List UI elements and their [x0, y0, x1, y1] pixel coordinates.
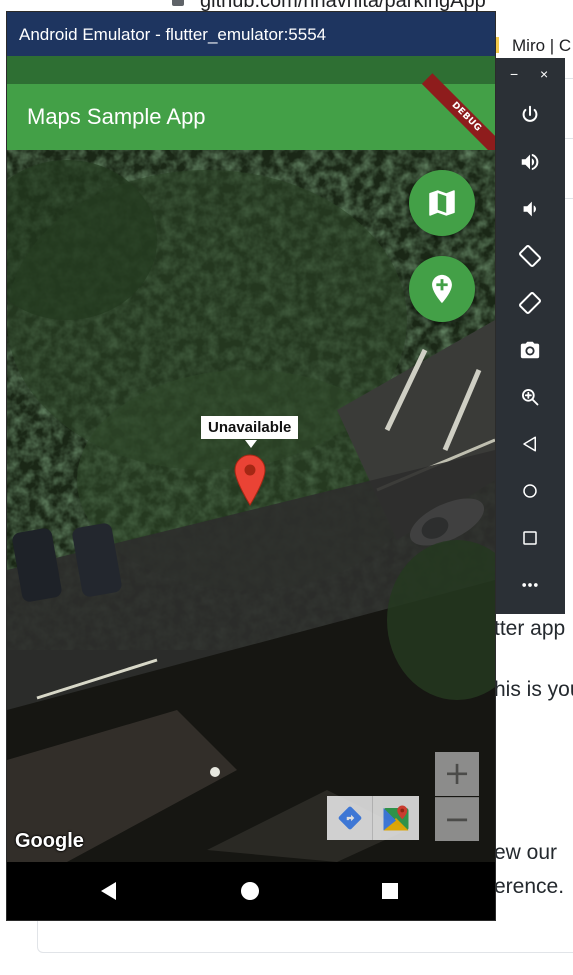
- more-icon: [522, 583, 538, 587]
- satellite-imagery: [7, 150, 495, 862]
- lock-icon: [172, 0, 184, 6]
- camera-icon: [520, 341, 540, 359]
- back-triangle-icon: [101, 882, 116, 900]
- info-window-pointer: [245, 440, 257, 448]
- more-button[interactable]: [513, 568, 547, 602]
- back-button[interactable]: [513, 427, 547, 461]
- android-nav-bar: [7, 862, 495, 920]
- google-logo: Google: [15, 830, 84, 852]
- nav-recents-button[interactable]: [360, 862, 420, 920]
- overview-button[interactable]: [513, 521, 547, 555]
- rotate-right-button[interactable]: [513, 286, 547, 320]
- directions-button[interactable]: [327, 796, 373, 840]
- map-type-button[interactable]: [409, 170, 475, 236]
- rotate-left-icon: [519, 245, 541, 267]
- page-text: tter app: [494, 617, 566, 640]
- app-title: Maps Sample App: [27, 104, 206, 129]
- page-text: his is you: [494, 678, 573, 701]
- map-icon: [429, 190, 455, 216]
- window-title: Android Emulator - flutter_emulator:5554: [19, 25, 327, 44]
- overview-icon: [523, 531, 537, 545]
- nav-home-button[interactable]: [220, 862, 280, 920]
- volume-up-icon: [521, 153, 539, 171]
- zoom-in-button[interactable]: +: [435, 752, 479, 796]
- panel-minimize-button[interactable]: −: [510, 66, 518, 82]
- volume-up-button[interactable]: [513, 145, 547, 179]
- directions-icon: [338, 806, 361, 830]
- nav-back-button[interactable]: [79, 862, 139, 920]
- marker-info-window[interactable]: Unavailable: [201, 416, 299, 439]
- open-google-maps-button[interactable]: [373, 796, 419, 840]
- volume-down-icon: [523, 201, 536, 217]
- map-view[interactable]: Unavailable Google + −: [7, 150, 495, 862]
- debug-banner-clip: DEBUG: [375, 56, 495, 150]
- zoom-out-button[interactable]: −: [435, 797, 479, 841]
- emulator-title-bar[interactable]: Android Emulator - flutter_emulator:5554: [7, 12, 495, 56]
- home-circle-icon: [241, 882, 259, 900]
- home-icon: [523, 484, 537, 498]
- screenshot-button[interactable]: [513, 333, 547, 367]
- page-text: ew our: [494, 841, 558, 864]
- map-marker-icon[interactable]: [233, 454, 267, 506]
- power-button[interactable]: [513, 98, 547, 132]
- power-icon: [522, 105, 538, 122]
- add-location-icon: [432, 274, 452, 304]
- emulator-control-panel: − ×: [496, 58, 565, 614]
- back-icon: [523, 436, 536, 452]
- recents-square-icon: [382, 883, 398, 899]
- rotate-right-icon: [519, 292, 541, 314]
- rotate-left-button[interactable]: [513, 239, 547, 273]
- zoom-button[interactable]: [513, 380, 547, 414]
- zoom-icon: [522, 389, 539, 406]
- volume-down-button[interactable]: [513, 192, 547, 226]
- emulator-window: Android Emulator - flutter_emulator:5554…: [7, 12, 495, 920]
- bookmark-miro[interactable]: Miro | C: [512, 36, 571, 56]
- panel-close-button[interactable]: ×: [540, 66, 548, 82]
- home-button[interactable]: [513, 474, 547, 508]
- debug-banner: DEBUG: [421, 73, 495, 150]
- add-marker-button[interactable]: [409, 256, 475, 322]
- google-maps-icon: [383, 805, 409, 831]
